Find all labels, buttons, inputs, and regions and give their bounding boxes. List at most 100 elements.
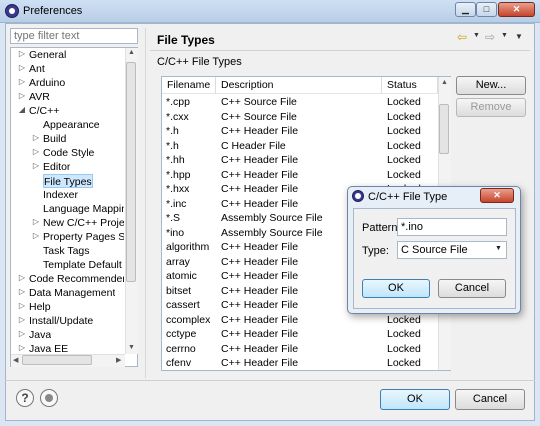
expand-arrow-icon[interactable]: ▷ [17,301,27,310]
remove-button[interactable]: Remove [456,98,526,117]
tree-item[interactable]: Install/Update [29,314,93,328]
tree-item[interactable]: Ant [29,62,45,76]
description-cell: C++ Header File [221,284,299,297]
tree-item[interactable]: Template Default Values [43,258,124,272]
filename-cell: *.hxx [166,183,190,195]
expand-arrow-icon[interactable]: ▷ [17,287,27,296]
column-header-filename[interactable]: Filename [162,77,216,94]
table-row[interactable]: cfenv C++ Header File Locked [162,356,438,371]
status-cell: Locked [387,313,421,326]
new-button[interactable]: New... [456,76,526,95]
description-cell: C++ Header File [221,299,299,311]
filename-cell: *.cpp [166,96,190,108]
table-row[interactable]: *.cpp C++ Source File Locked [162,95,438,110]
bottom-divider [5,380,535,381]
close-button[interactable]: ✕ [498,2,535,17]
cancel-button[interactable]: Cancel [455,389,525,410]
tree-item[interactable]: C/C++ [29,104,59,118]
table-row[interactable]: *.hh C++ Header File Locked [162,153,438,168]
tree-item[interactable]: Language Mappings [43,202,124,216]
tree-vertical-scroll-thumb[interactable] [126,62,136,282]
scroll-up-arrow-icon[interactable]: ▲ [128,49,135,56]
scroll-down-arrow-icon[interactable]: ▼ [128,344,135,351]
status-cell: Locked [387,328,421,340]
tree-item[interactable]: Code Recommenders [29,272,124,286]
dialog-ok-button[interactable]: OK [362,279,430,298]
tree-item[interactable]: Java [29,328,51,342]
expand-arrow-icon[interactable]: ▷ [17,343,27,352]
pattern-input[interactable] [397,218,507,236]
expand-arrow-icon[interactable]: ▷ [31,231,41,240]
view-menu-icon[interactable]: ▼ [515,32,523,41]
dialog-cancel-button[interactable]: Cancel [438,279,506,298]
table-row[interactable]: *.cxx C++ Source File Locked [162,110,438,125]
minimize-button[interactable]: ▁ [455,2,476,17]
table-row[interactable]: *.hpp C++ Header File Locked [162,168,438,183]
ok-button[interactable]: OK [380,389,450,410]
window-title: Preferences [23,5,83,17]
tree-item[interactable]: Arduino [29,76,65,90]
table-vertical-scroll-thumb[interactable] [439,104,449,154]
tree-item[interactable]: General [29,48,66,62]
column-header-description[interactable]: Description [216,77,382,94]
description-cell: C++ Source File [221,110,297,123]
tree-item[interactable]: Code Style [43,146,94,160]
description-cell: C++ Header File [221,197,299,210]
description-cell: C++ Header File [221,357,299,369]
table-row[interactable]: *.h C++ Header File Locked [162,124,438,139]
scroll-left-arrow-icon[interactable]: ◀ [13,356,18,364]
tree-item[interactable]: File Types [43,174,93,188]
expand-arrow-icon[interactable]: ▷ [17,63,27,72]
expand-arrow-icon[interactable]: ▷ [17,315,27,324]
filter-input[interactable] [10,28,138,44]
table-row[interactable]: ccomplex C++ Header File Locked [162,313,438,328]
expand-arrow-icon[interactable]: ◢ [17,105,27,114]
tree-item[interactable]: Editor [43,160,70,174]
dialog-close-button[interactable]: ✕ [480,188,514,203]
description-cell: Assembly Source File [221,226,323,239]
filename-cell: cfenv [166,357,192,369]
table-row[interactable]: *.h C Header File Locked [162,139,438,154]
table-scroll-up-arrow-icon[interactable]: ▲ [441,79,448,86]
expand-arrow-icon[interactable]: ▷ [31,217,41,226]
forward-arrow-icon[interactable]: ⇨ [485,30,499,44]
pane-splitter[interactable] [145,28,146,378]
status-cell: Locked [387,357,421,369]
filename-cell: array [166,255,190,268]
column-header-status[interactable]: Status [382,77,438,94]
status-cell: Locked [387,342,421,355]
expand-arrow-icon[interactable]: ▷ [17,49,27,58]
expand-arrow-icon[interactable]: ▷ [31,147,41,156]
expand-arrow-icon[interactable]: ▷ [31,133,41,142]
tree-item[interactable]: Help [29,300,51,314]
tree-item[interactable]: Indexer [43,188,78,202]
scroll-right-arrow-icon[interactable]: ▶ [116,356,121,364]
tree-item[interactable]: Data Management [29,286,115,300]
table-row[interactable]: cctype C++ Header File Locked [162,327,438,342]
status-cell: Locked [387,96,421,108]
expand-arrow-icon[interactable]: ▷ [17,329,27,338]
expand-arrow-icon[interactable]: ▷ [17,273,27,282]
tree-item[interactable]: Build [43,132,66,146]
description-cell: C++ Header File [221,125,299,137]
record-dot-icon [45,394,53,402]
tree-item[interactable]: Property Pages Settings [43,230,124,244]
chevron-down-icon[interactable]: ▼ [495,245,502,252]
tree-item[interactable]: Task Tags [43,244,90,258]
expand-arrow-icon[interactable]: ▷ [17,91,27,100]
tree-horizontal-scroll-thumb[interactable] [22,355,92,365]
expand-arrow-icon[interactable]: ▷ [17,77,27,86]
tree-item[interactable]: Appearance [43,118,100,132]
back-arrow-icon[interactable]: ⇦ [457,30,471,44]
expand-arrow-icon[interactable]: ▷ [31,161,41,170]
tree-item[interactable]: New C/C++ Project [43,216,124,230]
back-history-dropdown-icon[interactable]: ▼ [473,32,480,39]
forward-history-dropdown-icon[interactable]: ▼ [501,32,508,39]
page-title: File Types [157,33,215,47]
help-icon[interactable]: ? [16,389,34,407]
description-cell: C++ Header File [221,255,299,268]
table-row[interactable]: cerrno C++ Header File Locked [162,342,438,357]
tree-item[interactable]: AVR [29,90,50,104]
description-cell: C++ Header File [221,328,299,340]
maximize-button[interactable]: □ [476,2,497,17]
